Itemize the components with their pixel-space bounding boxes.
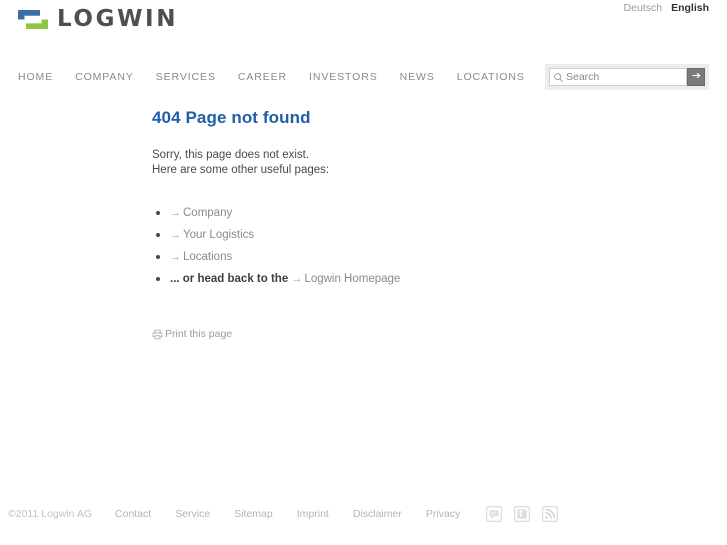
site-logo[interactable]: LOGWIN — [18, 8, 178, 31]
arrow-right-glyph-icon: → — [170, 251, 181, 263]
page-title: 404 Page not found — [152, 108, 311, 127]
copyright-text: ©2011 Logwin AG — [8, 508, 93, 520]
link-logwin-homepage-label: Logwin Homepage — [304, 273, 401, 285]
nav-item-career[interactable]: CAREER — [238, 71, 301, 83]
link-locations[interactable]: → Locations — [170, 251, 232, 263]
list-item: → Your Logistics — [156, 228, 582, 242]
error-line-2: Here are some other useful pages: — [152, 164, 330, 176]
arrow-right-glyph-icon: → — [170, 207, 181, 219]
search-field-wrapper[interactable] — [549, 68, 687, 86]
nav-item-home[interactable]: HOME — [18, 71, 67, 83]
list-item: → Locations — [156, 250, 582, 264]
bullet-icon — [156, 211, 160, 215]
link-logwin-homepage[interactable]: → Logwin Homepage — [291, 273, 400, 285]
main-content: 404 Page not found Sorry, this page does… — [152, 108, 582, 340]
error-message: Sorry, this page does not exist. Here ar… — [152, 148, 582, 178]
nav-item-services[interactable]: SERVICES — [156, 71, 230, 83]
language-link-english[interactable]: English — [671, 2, 709, 14]
search-submit-button[interactable] — [687, 68, 705, 86]
footer-link-contact[interactable]: Contact — [115, 508, 151, 520]
blog-comment-icon[interactable] — [486, 506, 503, 522]
arrow-right-glyph-icon: → — [291, 273, 303, 285]
logwin-logo-mark-icon — [18, 10, 48, 29]
main-navigation: HOME COMPANY SERVICES CAREER INVESTORS N… — [18, 71, 547, 83]
bullet-icon — [156, 255, 160, 259]
link-locations-label: Locations — [183, 251, 233, 263]
homepage-lead-text: ... or head back to the — [170, 273, 289, 285]
search-icon — [553, 72, 564, 83]
footer-link-imprint[interactable]: Imprint — [297, 508, 329, 520]
nav-item-news[interactable]: NEWS — [400, 71, 449, 83]
search-box — [545, 64, 709, 90]
link-your-logistics-label: Your Logistics — [183, 229, 255, 241]
link-company-label: Company — [183, 207, 233, 219]
rss-icon[interactable] — [542, 506, 559, 522]
language-link-deutsch[interactable]: Deutsch — [624, 2, 663, 14]
arrow-right-glyph-icon: → — [170, 229, 181, 241]
footer-link-service[interactable]: Service — [175, 508, 210, 520]
nav-item-company[interactable]: COMPANY — [75, 71, 148, 83]
error-line-1: Sorry, this page does not exist. — [152, 149, 310, 161]
site-footer: ©2011 Logwin AG Contact Service Sitemap … — [8, 504, 559, 524]
language-switcher: Deutsch English — [624, 0, 709, 16]
printer-icon — [152, 329, 163, 340]
twitter-icon[interactable] — [514, 506, 531, 522]
print-page-link[interactable]: Print this page — [152, 328, 582, 340]
list-item: ... or head back to the → Logwin Homepage — [156, 272, 582, 286]
nav-item-locations[interactable]: LOCATIONS — [457, 71, 539, 83]
logo-wordmark: LOGWIN — [57, 6, 179, 32]
footer-link-sitemap[interactable]: Sitemap — [234, 508, 273, 520]
link-your-logistics[interactable]: → Your Logistics — [170, 229, 254, 241]
bullet-icon — [156, 277, 160, 281]
nav-item-investors[interactable]: INVESTORS — [309, 71, 392, 83]
footer-link-privacy[interactable]: Privacy — [426, 508, 460, 520]
useful-links-list: → Company → Your Logistics → Locations ... … — [152, 206, 582, 286]
print-page-label: Print this page — [165, 328, 233, 340]
arrow-right-icon — [691, 70, 702, 84]
bullet-icon — [156, 233, 160, 237]
link-company[interactable]: → Company — [170, 207, 232, 219]
search-input[interactable] — [564, 70, 686, 84]
social-links — [486, 506, 559, 522]
list-item: → Company — [156, 206, 582, 220]
footer-link-disclaimer[interactable]: Disclaimer — [353, 508, 402, 520]
